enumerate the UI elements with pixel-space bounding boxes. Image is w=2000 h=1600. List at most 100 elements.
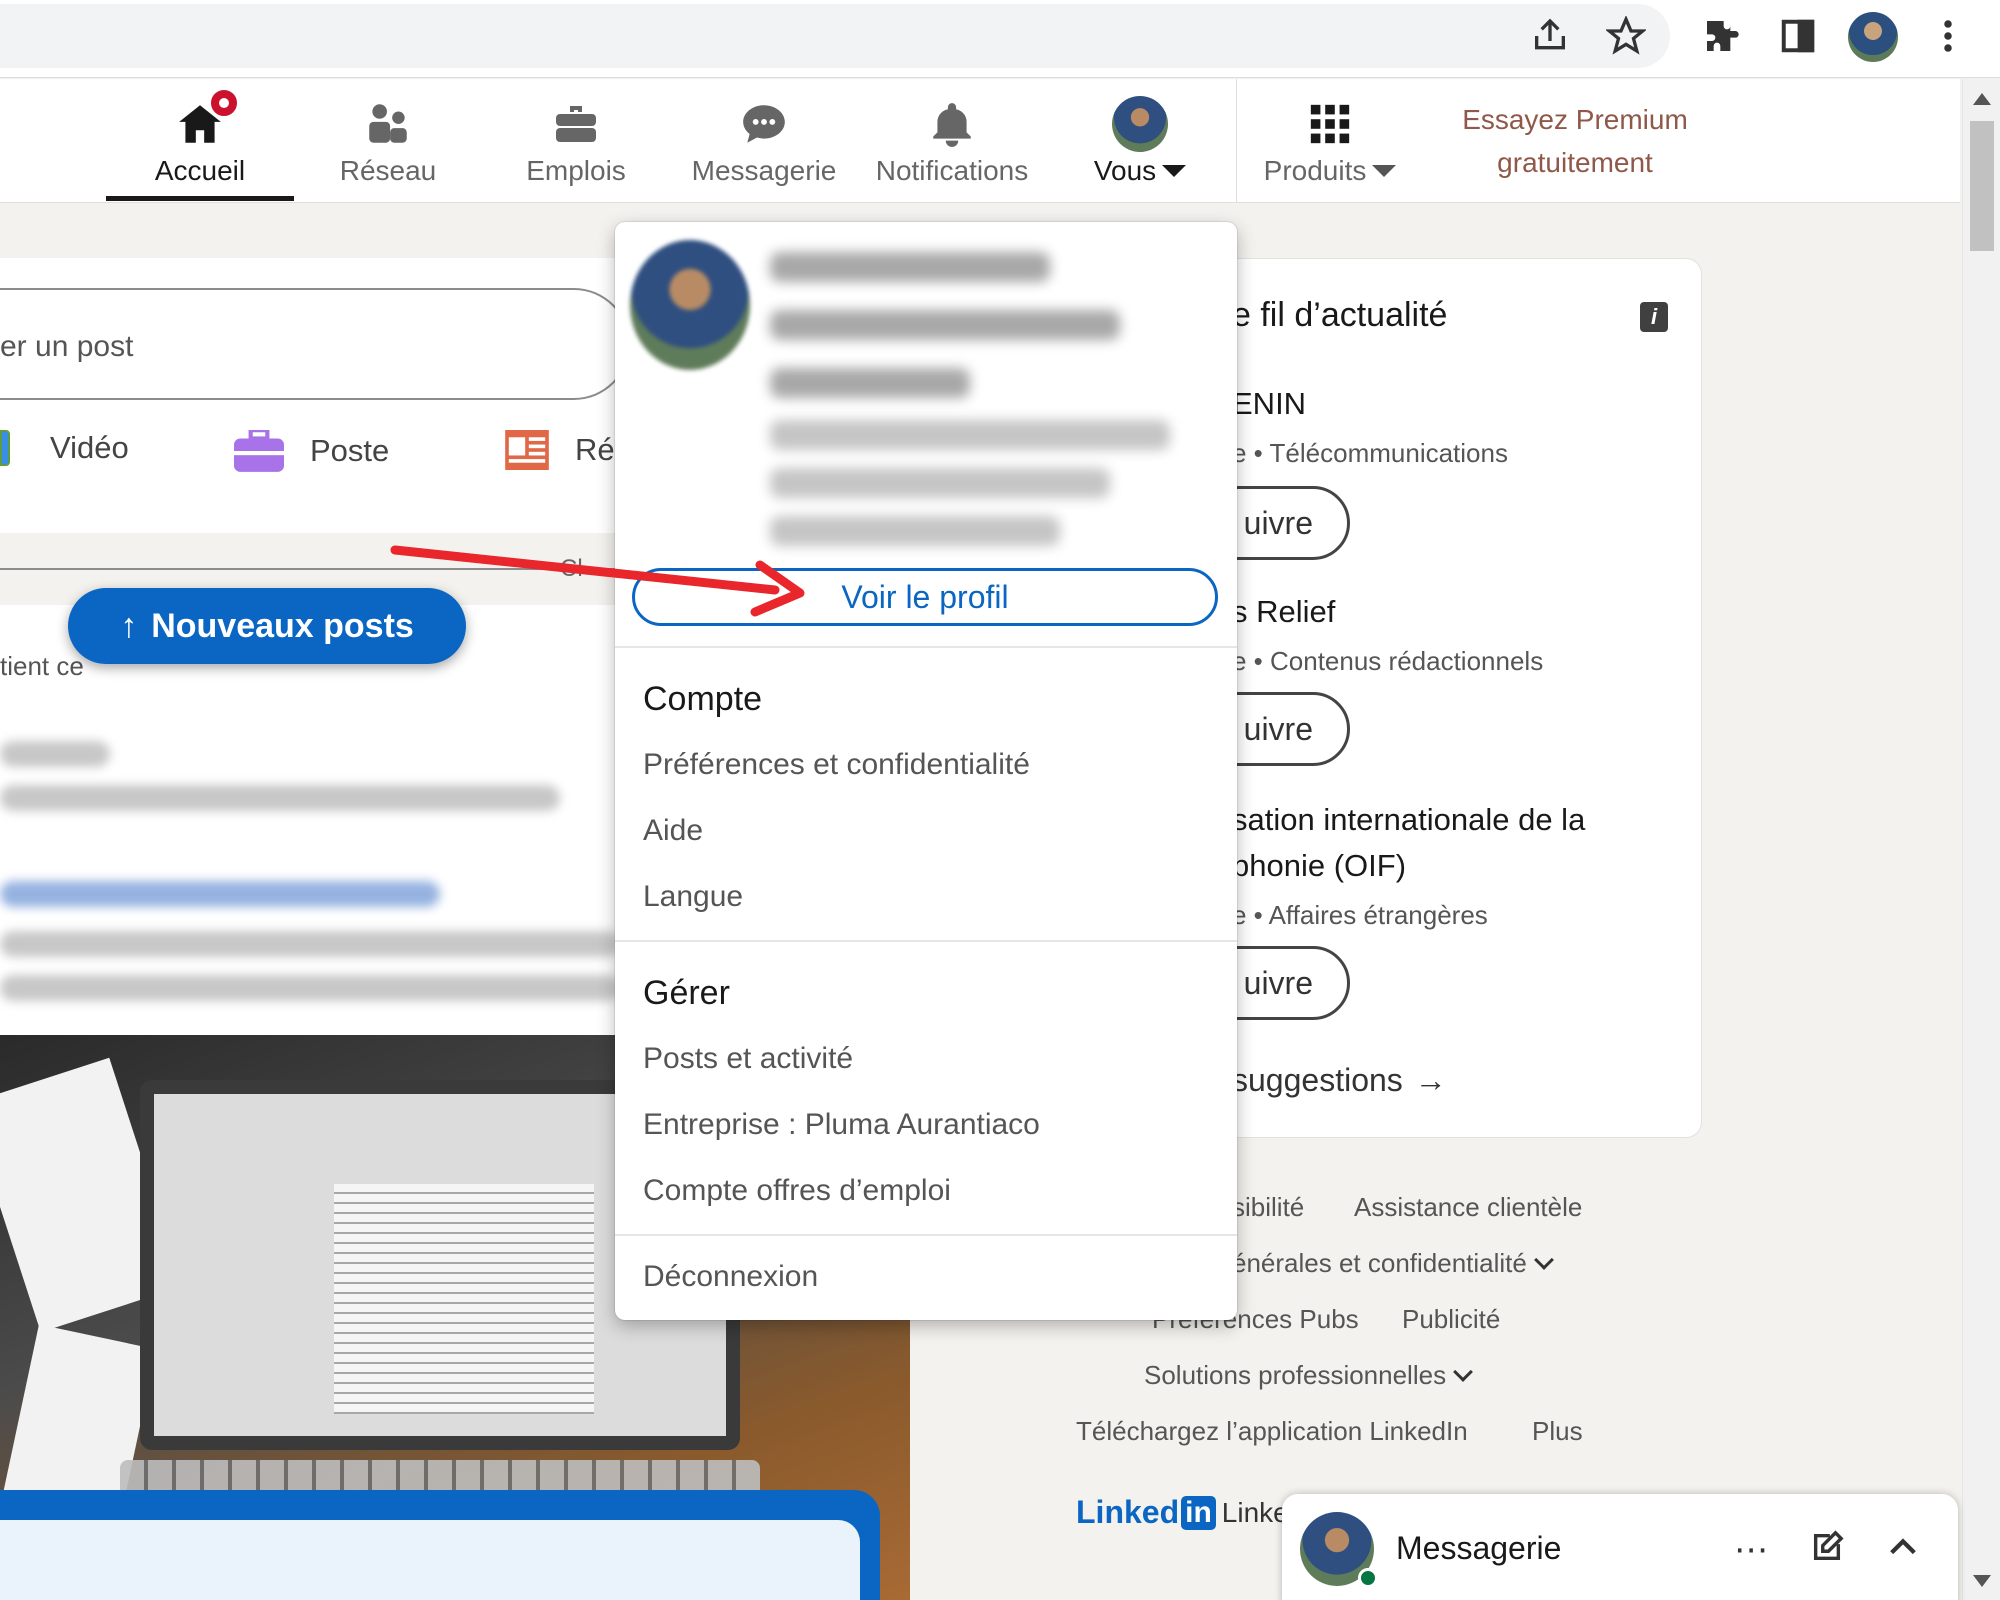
bookmark-star-icon[interactable] — [1604, 14, 1648, 58]
message-icon — [738, 95, 790, 153]
menu-divider — [615, 646, 1237, 648]
view-profile-label: Voir le profil — [841, 578, 1009, 615]
network-icon — [363, 95, 413, 153]
footer-advertising[interactable]: Publicité — [1402, 1304, 1500, 1335]
arrow-right-icon: → — [1414, 1062, 1447, 1098]
blurred-author — [0, 741, 110, 767]
new-posts-button[interactable]: ↑ Nouveaux posts — [68, 588, 466, 664]
follow-label: uivre — [1243, 504, 1313, 541]
nav-notifications[interactable]: Notifications — [862, 79, 1042, 203]
info-icon[interactable]: i — [1640, 302, 1668, 332]
media-article-button[interactable]: Ré — [505, 430, 615, 470]
follow-label: uivre — [1243, 964, 1313, 1001]
nav-me[interactable]: Vous — [1050, 79, 1230, 203]
blurred-body-1 — [0, 931, 620, 957]
job-briefcase-icon — [234, 430, 284, 472]
scroll-thumb[interactable] — [1970, 121, 1994, 251]
footer-terms-label: énérales et confidentialité — [1232, 1248, 1527, 1278]
compose-icon[interactable] — [1810, 1530, 1844, 1573]
nav-label: Produits — [1263, 155, 1367, 186]
browser-profile-avatar[interactable] — [1848, 12, 1898, 62]
menu-item-help[interactable]: Aide — [643, 814, 703, 848]
chevron-up-icon[interactable] — [1884, 1530, 1922, 1573]
media-label: Poste — [310, 433, 390, 468]
article-icon — [505, 430, 549, 470]
suggestion-name-line-2[interactable]: phonie (OIF) — [1232, 848, 1406, 884]
suggestion-name[interactable]: sation internationale de la — [1232, 802, 1585, 838]
footer-accessibility[interactable]: sibilité — [1232, 1192, 1304, 1223]
video-icon — [0, 430, 10, 466]
blurred-hashtag — [0, 881, 440, 907]
more-vert-icon[interactable] — [1926, 14, 1970, 58]
premium-line-1: Essayez Premium — [1462, 104, 1688, 135]
footer-support[interactable]: Assistance clientèle — [1354, 1192, 1582, 1223]
account-heading: Compte — [643, 680, 763, 718]
media-video-button[interactable]: Vidéo — [0, 430, 129, 466]
menu-item-company-page[interactable]: Entreprise : Pluma Aurantiaco — [643, 1108, 1040, 1142]
nav-network[interactable]: Réseau — [298, 79, 478, 203]
address-bar[interactable] — [0, 4, 1670, 68]
post-preview-text: tient ce — [0, 651, 84, 681]
view-all-suggestions[interactable]: suggestions → — [1232, 1062, 1447, 1099]
nav-products-label-wrap: Produits — [1264, 155, 1397, 187]
footer-business[interactable]: Solutions professionnelles — [1144, 1360, 1473, 1391]
suggestion-subtitle: e • Contenus rédactionnels — [1232, 646, 1544, 676]
notification-dot — [208, 87, 240, 119]
chevron-down-icon — [1533, 1249, 1554, 1270]
sort-label[interactable]: Cl — [560, 555, 583, 583]
menu-divider — [615, 1234, 1237, 1236]
footer-business-label: Solutions professionnelles — [1144, 1360, 1447, 1390]
share-icon[interactable] — [1528, 14, 1572, 58]
follow-label: uivre — [1243, 710, 1313, 747]
blurred-headline-3 — [770, 516, 1060, 546]
nav-jobs[interactable]: Emplois — [486, 79, 666, 203]
nav-products[interactable]: Produits — [1240, 79, 1420, 203]
messaging-bar[interactable] — [1282, 1494, 1958, 1600]
menu-item-language[interactable]: Langue — [643, 880, 743, 914]
blurred-headline-1 — [770, 420, 1170, 450]
page-scrollbar[interactable] — [1962, 79, 2000, 1600]
nav-messaging[interactable]: Messagerie — [674, 79, 854, 203]
menu-item-job-posting-account[interactable]: Compte offres d’emploi — [643, 1174, 951, 1208]
linkedin-logo: Linked in Linke — [1076, 1494, 1289, 1531]
chevron-down-icon — [1453, 1361, 1473, 1382]
bell-icon — [927, 95, 977, 153]
menu-item-posts-activity[interactable]: Posts et activité — [643, 1042, 853, 1076]
new-posts-label: Nouveaux posts — [151, 606, 414, 645]
browser-toolbar — [0, 0, 2000, 78]
copyright-text: Linke — [1221, 1496, 1289, 1528]
nav-label: Emplois — [526, 155, 626, 186]
messaging-title[interactable]: Messagerie — [1396, 1530, 1561, 1567]
logo-text: Linked — [1076, 1494, 1180, 1530]
scroll-down-arrow[interactable] — [1973, 1575, 1991, 1587]
suggestion-name[interactable]: s Relief — [1232, 594, 1335, 630]
laptop-document — [334, 1184, 594, 1414]
premium-link[interactable]: Essayez Premium gratuitement — [1440, 98, 1710, 184]
nav-label: Vous — [1093, 155, 1157, 186]
suggestions-title: e fil d’actualité — [1232, 296, 1448, 334]
menu-item-logout[interactable]: Déconnexion — [643, 1260, 818, 1294]
caret-down-icon — [1162, 165, 1187, 177]
media-label: Vidéo — [50, 430, 129, 465]
premium-line-2: gratuitement — [1497, 147, 1653, 178]
nav-label: Notifications — [875, 155, 1029, 186]
view-profile-button[interactable]: Voir le profil — [632, 568, 1218, 626]
footer-terms[interactable]: énérales et confidentialité — [1232, 1248, 1554, 1279]
profile-avatar — [630, 240, 750, 370]
side-panel-icon[interactable] — [1776, 14, 1820, 58]
suggestion-name[interactable]: ENIN — [1232, 386, 1306, 422]
active-tab-indicator — [106, 196, 294, 201]
blurred-headline-2 — [770, 468, 1110, 498]
scroll-up-arrow[interactable] — [1973, 93, 1991, 105]
grid-icon — [1307, 95, 1353, 153]
extensions-icon[interactable] — [1700, 14, 1744, 58]
start-post-placeholder: er un post — [0, 330, 134, 363]
media-label: Ré — [575, 432, 615, 467]
media-job-button[interactable]: Poste — [234, 430, 389, 472]
footer-app[interactable]: Téléchargez l’application LinkedIn — [1076, 1416, 1468, 1447]
footer-more[interactable]: Plus — [1532, 1416, 1583, 1447]
menu-item-preferences[interactable]: Préférences et confidentialité — [643, 748, 1030, 782]
more-horizontal-icon[interactable]: ⋯ — [1734, 1530, 1768, 1570]
sort-divider — [0, 568, 640, 570]
nav-home[interactable]: Accueil — [110, 79, 290, 203]
